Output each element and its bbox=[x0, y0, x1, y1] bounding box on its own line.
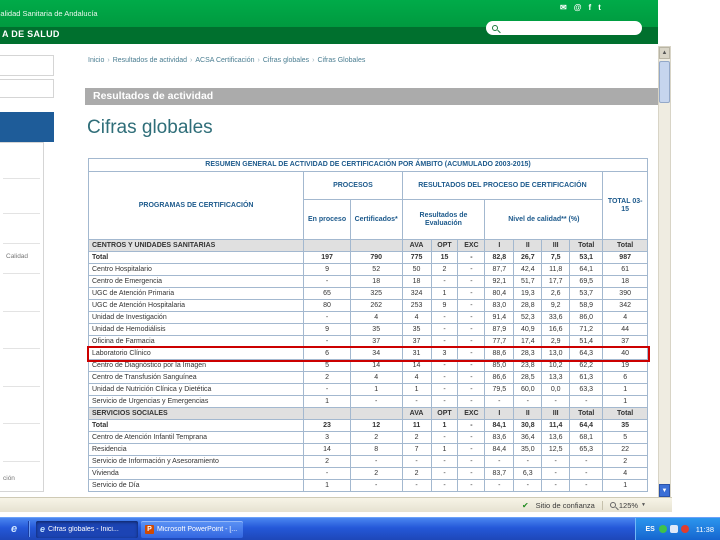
sidebar-item[interactable] bbox=[0, 79, 54, 98]
security-icon[interactable] bbox=[680, 525, 689, 533]
task-label: Cifras globales - Inici... bbox=[48, 525, 119, 533]
table-header-row-1: PROGRAMAS DE CERTIFICACIÓN PROCESOS RESU… bbox=[87, 171, 648, 240]
table-row: UGC de Atención Hospitalaria 80 262 253 9-83… bbox=[87, 299, 648, 312]
taskbar-divider bbox=[28, 521, 30, 537]
table-row: Centro de Transfusión Sanguínea 2 4 4- -86,6… bbox=[87, 371, 648, 384]
vertical-scrollbar[interactable]: ▲ ▼ ▼ bbox=[658, 46, 671, 512]
table-row: Servicio de Día 1- - - - - - - -1 bbox=[87, 479, 648, 492]
page-title: Cifras globales bbox=[87, 117, 213, 138]
powerpoint-icon: P bbox=[145, 524, 154, 534]
breadcrumb-item[interactable]: ACSA Certificación bbox=[195, 57, 254, 64]
table-title: RESUMEN GENERAL DE ACTIVIDAD DE CERTIFIC… bbox=[88, 158, 648, 172]
twitter-icon[interactable]: t bbox=[598, 3, 601, 13]
contact-icon[interactable]: @ bbox=[574, 3, 582, 13]
browser-screenshot: Calidad Sanitaria de Andalucía ✉ @ f t A DE… bbox=[0, 0, 720, 540]
trusted-site-label: Sitio de confianza bbox=[535, 500, 595, 510]
table-row: UGC de Atención Primaria 65 325 324 1-80,4 19… bbox=[87, 287, 648, 300]
search-icon bbox=[492, 25, 498, 31]
table-row: Vivienda -2 2- -83,7 6,3- -4 bbox=[87, 467, 648, 480]
sidebar-menu-panel: Calidad ción bbox=[0, 142, 44, 492]
language-indicator[interactable]: ES bbox=[645, 526, 654, 533]
windows-taskbar: e e Cifras globales - Inici... P Microsoft … bbox=[0, 517, 720, 540]
section-band: Resultados de actividad bbox=[85, 88, 658, 105]
table-row: Servicio de Urgencias y Emergencias 1- - - -… bbox=[87, 395, 648, 408]
col-group-results: RESULTADOS DEL PROCESO DE CERTIFICACIÓN bbox=[401, 171, 604, 200]
breadcrumb-item[interactable]: Resultados de actividad bbox=[113, 57, 187, 64]
breadcrumb-separator: › bbox=[107, 57, 110, 64]
col-group-programs: PROGRAMAS DE CERTIFICACIÓN bbox=[87, 171, 305, 240]
table-section-row: CENTROS Y UNIDADES SANITARIAS AVA OPT EXC I I… bbox=[87, 239, 648, 252]
volume-icon[interactable] bbox=[669, 525, 678, 533]
col-in-process: En proceso bbox=[303, 199, 351, 240]
browser-status-bar: ✔ Sitio de confianza 125% ▼ bbox=[0, 497, 672, 512]
breadcrumb: Inicio › Resultados de actividad › ACSA Cert… bbox=[88, 57, 648, 64]
task-label: Microsoft PowerPoint - [... bbox=[157, 525, 238, 533]
table-row-highlighted: Laboratorio Clínico 6 34 31 3-88,6 28,3 13,0 64… bbox=[86, 345, 650, 362]
site-logo-subtext: A DE SALUD bbox=[2, 29, 60, 39]
internet-explorer-icon[interactable]: e bbox=[11, 523, 17, 535]
col-group-total: TOTAL 03-15 bbox=[602, 171, 648, 240]
table-row: Centro de Diagnóstico por la Imagen 5 14 14… bbox=[87, 359, 648, 372]
scroll-up-icon[interactable]: ▲ bbox=[659, 47, 670, 59]
table-row: Total 197 790 775 15-82,8 26,7 7,5 53,1 987 bbox=[87, 251, 648, 264]
breadcrumb-separator: › bbox=[190, 57, 193, 64]
breadcrumb-item[interactable]: Cifras Globales bbox=[318, 57, 366, 64]
breadcrumb-separator: › bbox=[257, 57, 260, 64]
taskbar-tasks: e Cifras globales - Inici... P Microsoft Po… bbox=[33, 520, 243, 538]
social-icons: ✉ @ f t bbox=[560, 3, 601, 13]
messenger-icon[interactable] bbox=[658, 525, 667, 533]
table-row: Unidad de Investigación -4 4- -91,4 52,3 33,6… bbox=[87, 311, 648, 324]
chevron-down-icon: ▼ bbox=[641, 502, 646, 508]
table-title-row: RESUMEN GENERAL DE ACTIVIDAD DE CERTIFIC… bbox=[88, 158, 648, 172]
table-row: Unidad de Nutrición Clínica y Dietética -… bbox=[87, 383, 648, 396]
search-input[interactable] bbox=[502, 24, 636, 32]
col-group-processes: PROCESOS bbox=[303, 171, 403, 200]
sidebar-item[interactable] bbox=[0, 55, 54, 76]
trusted-site-check-icon: ✔ bbox=[521, 500, 529, 510]
quick-launch: e bbox=[0, 523, 28, 535]
table-row: Unidad de Hemodiálisis 9 35 35- -87,9 40,9 16,… bbox=[87, 323, 648, 336]
table-row: Centro Hospitalario 9 52 50 2-87,7 42,4 11,8 64… bbox=[87, 263, 648, 276]
taskbar-task[interactable]: P Microsoft PowerPoint - [... bbox=[141, 520, 243, 538]
breadcrumb-item[interactable]: Cifras globales bbox=[263, 57, 309, 64]
table-row: Centro de Atención Infantil Temprana 3 2 2-… bbox=[87, 431, 648, 444]
facebook-icon[interactable]: f bbox=[589, 3, 592, 13]
col-evaluation: Resultados de Evaluación bbox=[401, 199, 486, 240]
results-table: RESUMEN GENERAL DE ACTIVIDAD DE CERTIFIC… bbox=[86, 158, 650, 492]
table-row: Residencia 14 8 7 1-84,4 35,0 12,5 65,3 22 bbox=[87, 443, 648, 456]
table-body: CENTROS Y UNIDADES SANITARIAS AVA OPT EXC I I… bbox=[86, 239, 650, 492]
scrollbar-thumb[interactable] bbox=[659, 61, 670, 103]
col-quality: Nivel de calidad** (%) bbox=[484, 199, 604, 240]
email-icon[interactable]: ✉ bbox=[560, 3, 567, 13]
breadcrumb-separator: › bbox=[312, 57, 315, 64]
table-row: Total 23 12 11 1-84,1 30,8 11,4 64,4 35 bbox=[87, 419, 648, 432]
table-row: Centro de Emergencia -18 18- -92,1 51,7 17,7 6… bbox=[87, 275, 648, 288]
sidebar-label-fragment[interactable]: ción bbox=[3, 475, 15, 482]
system-tray: ES 11:38 bbox=[635, 518, 720, 540]
sidebar-label-fragment[interactable]: Calidad bbox=[6, 253, 28, 260]
col-certified: Certificados* bbox=[349, 199, 403, 240]
scroll-page-down-icon[interactable]: ▼ bbox=[659, 484, 670, 497]
table-row: Oficina de Farmacia -37 37- -77,7 17,4 2,9 51,… bbox=[87, 335, 648, 348]
zoom-control[interactable]: 125% ▼ bbox=[609, 500, 646, 510]
internet-explorer-icon: e bbox=[40, 524, 46, 534]
tray-icons bbox=[658, 525, 689, 533]
taskbar-task[interactable]: e Cifras globales - Inici... bbox=[36, 520, 138, 538]
table-section-row: SERVICIOS SOCIALES AVA OPT EXC I II III Total To… bbox=[87, 407, 648, 420]
sidebar-item-active[interactable] bbox=[0, 112, 54, 142]
table-row: Servicio de Información y Asesoramiento 2… bbox=[87, 455, 648, 468]
breadcrumb-item[interactable]: Inicio bbox=[88, 57, 104, 64]
zoom-icon bbox=[609, 502, 616, 508]
taskbar-clock: 11:38 bbox=[695, 524, 714, 534]
zoom-level: 125% bbox=[618, 500, 639, 510]
site-logo-text: Calidad Sanitaria de Andalucía bbox=[0, 9, 98, 18]
search-box bbox=[486, 21, 642, 35]
